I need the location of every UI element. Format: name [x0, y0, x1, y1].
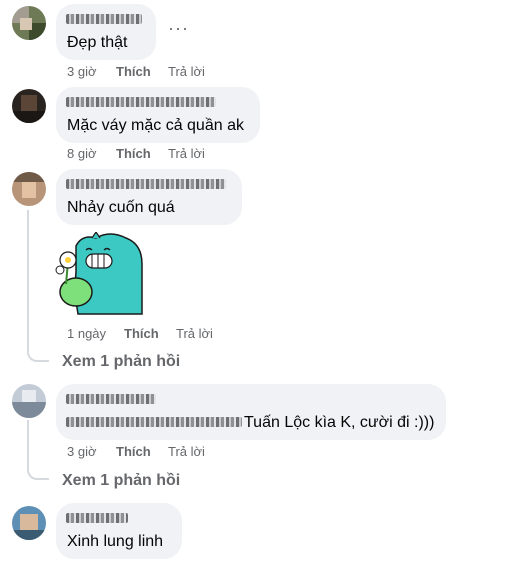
comment-text: Nhảy cuốn quá: [67, 199, 175, 216]
comment-text: Tuấn Lộc kìa K, cười đi :))): [244, 414, 435, 431]
like-button[interactable]: Thích: [116, 444, 151, 460]
author-name[interactable]: [66, 14, 142, 24]
like-button[interactable]: Thích: [116, 64, 151, 80]
comment-bubble: Đẹp thật: [56, 4, 156, 60]
avatar[interactable]: [12, 6, 46, 40]
comment-bubble: Nhảy cuốn quá: [56, 169, 242, 225]
avatar[interactable]: [12, 506, 46, 540]
author-name[interactable]: [66, 513, 128, 523]
smiling-monster-holding-flower-sticker[interactable]: [52, 230, 148, 318]
comment-text: Đẹp thật: [67, 34, 128, 51]
like-button[interactable]: Thích: [116, 146, 151, 162]
comment-time[interactable]: 3 giờ: [67, 444, 97, 460]
comment-text: Xinh lung linh: [67, 533, 164, 550]
author-name[interactable]: [66, 394, 156, 404]
reply-button[interactable]: Trả lời: [168, 146, 205, 162]
mentioned-names[interactable]: [66, 417, 242, 427]
author-name[interactable]: [66, 97, 216, 107]
view-replies-link[interactable]: Xem 1 phản hồi: [62, 472, 180, 490]
comment-time[interactable]: 1 ngày: [67, 326, 106, 342]
comment-time[interactable]: 3 giờ: [67, 64, 97, 80]
comment-bubble: Xinh lung linh: [56, 503, 182, 559]
reply-thread-connector: [27, 340, 49, 362]
comment-bubble: Mặc váy mặc cả quần ak: [56, 87, 260, 143]
comment-time[interactable]: 8 giờ: [67, 146, 97, 162]
avatar[interactable]: [12, 89, 46, 123]
ellipsis-icon[interactable]: ···: [168, 18, 189, 39]
reply-button[interactable]: Trả lời: [168, 64, 205, 80]
reply-button[interactable]: Trả lời: [176, 326, 213, 342]
avatar[interactable]: [12, 384, 46, 418]
reply-button[interactable]: Trả lời: [168, 444, 205, 460]
sticker-icon: [55, 230, 143, 315]
like-button[interactable]: Thích: [124, 326, 159, 342]
reply-thread-connector: [27, 458, 49, 480]
reply-thread-line: [27, 210, 29, 350]
avatar[interactable]: [12, 172, 46, 206]
comment-bubble: Tuấn Lộc kìa K, cười đi :))): [56, 384, 446, 440]
view-replies-link[interactable]: Xem 1 phản hồi: [62, 353, 180, 371]
comment-text: Mặc váy mặc cả quần ak: [67, 117, 244, 134]
author-name[interactable]: [66, 179, 226, 189]
